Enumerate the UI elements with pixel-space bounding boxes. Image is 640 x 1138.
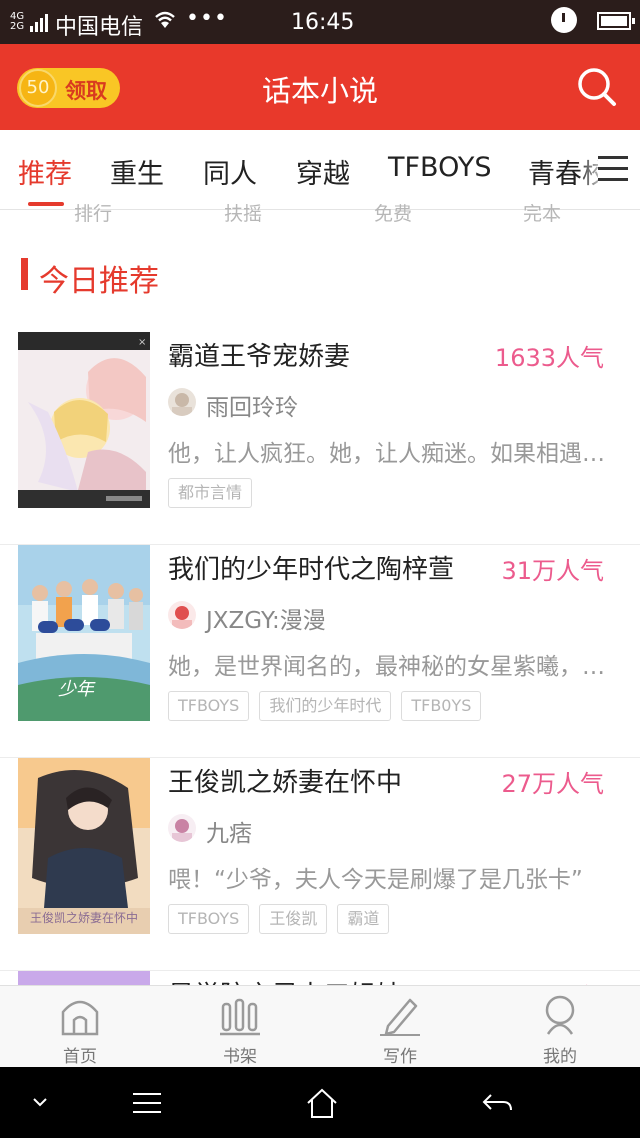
system-nav-bar	[0, 1067, 640, 1138]
avatar	[168, 601, 196, 629]
nav-bookshelf[interactable]: 书架	[160, 986, 320, 1068]
alarm-icon	[551, 7, 577, 33]
tab-recommend[interactable]: 推荐	[18, 152, 72, 191]
search-icon	[578, 68, 616, 106]
bookshelf-icon	[220, 998, 260, 1036]
popularity-count: 27万人气	[501, 770, 604, 798]
book-title: 王俊凯之娇妻在怀中	[168, 768, 403, 798]
book-description: 喂！“少爷，夫人今天是刷爆了是几张卡”	[168, 867, 583, 893]
signal-icon	[30, 12, 48, 32]
nav-label: 书架	[223, 1047, 257, 1067]
tab-fanfic[interactable]: 同人	[203, 152, 257, 191]
quick-entry-completed[interactable]: 完本	[523, 200, 561, 224]
more-notifications-icon: •••	[186, 6, 228, 31]
popularity-count: 1633人气	[494, 344, 604, 372]
menu-icon	[133, 1093, 161, 1113]
app-title: 话本小说	[261, 74, 378, 108]
quick-entry-free[interactable]: 免费	[374, 200, 412, 224]
app-header: 50 领取 话本小说	[0, 44, 640, 130]
tag-list: TFBOYS 王俊凯 霸道	[168, 904, 390, 934]
nav-write[interactable]: 写作	[320, 986, 480, 1068]
nav-label: 首页	[63, 1047, 97, 1067]
book-item[interactable]: 王俊凯之娇妻在怀中 王俊凯之娇妻在怀中 27万人气 九痞 喂！“少爷，夫人今天是…	[0, 758, 640, 971]
carrier-name: 中国电信	[55, 15, 144, 40]
tag[interactable]: 霸道	[337, 904, 390, 934]
book-cover: 少年	[18, 545, 150, 721]
tag-list: 都市言情	[168, 478, 253, 508]
author-name: JXZGY:漫漫	[206, 608, 326, 634]
app-screen: 4G2G 中国电信 ••• 16:45 50 领取 话本小说 推荐 重生 同人	[0, 0, 640, 1138]
quick-entry-label: 扶摇	[224, 203, 263, 224]
hide-nav-button[interactable]	[20, 1085, 60, 1121]
battery-icon	[597, 12, 635, 30]
home-system-button[interactable]	[302, 1085, 342, 1121]
book-title: 我们的少年时代之陶梓萱	[168, 555, 455, 585]
book-description: 她，是世界闻名的，最神秘的女星紫曦，而且	[168, 654, 618, 680]
svg-text:×: ×	[138, 337, 146, 348]
category-tabs: 推荐 重生 同人 穿越 TFBOYS 青春校园	[0, 130, 640, 210]
home-icon	[61, 1000, 99, 1036]
tag[interactable]: TFBOYS	[168, 691, 250, 721]
avatar	[168, 388, 196, 416]
quick-entry-label: 完本	[523, 203, 562, 224]
section-title: 今日推荐	[39, 264, 159, 299]
quick-entry-ranking[interactable]: 排行	[74, 200, 112, 224]
pen-icon	[380, 998, 420, 1036]
book-title: 霸道王爷宠娇妻	[168, 342, 351, 372]
tag[interactable]: TFB0YS	[401, 691, 482, 721]
back-button[interactable]	[477, 1085, 517, 1121]
quick-entry-label: 免费	[374, 203, 413, 224]
tag[interactable]: 我们的少年时代	[259, 691, 392, 721]
bottom-nav: 首页 书架 写作 我的	[0, 985, 640, 1067]
profile-icon	[545, 995, 575, 1035]
network-type: 4G 2G	[10, 11, 25, 32]
author-name: 九痞	[206, 821, 252, 847]
nav-home[interactable]: 首页	[0, 986, 160, 1068]
svg-text:王俊凯之娇妻在怀中: 王俊凯之娇妻在怀中	[30, 910, 138, 925]
book-item[interactable]: 少年 我们的少年时代之陶梓萱 31万人气 JXZGY:漫漫 她，是世界闻名的，最…	[0, 545, 640, 758]
author-name: 雨回玲玲	[206, 395, 298, 421]
avatar	[168, 814, 196, 842]
tab-tfboys[interactable]: TFBOYS	[388, 152, 491, 183]
home-outline-icon	[307, 1088, 337, 1118]
book-cover: 王俊凯之娇妻在怀中	[18, 758, 150, 934]
back-icon	[482, 1094, 512, 1111]
nav-label: 写作	[383, 1047, 417, 1067]
tab-rebirth[interactable]: 重生	[110, 152, 164, 191]
search-button[interactable]	[574, 64, 620, 110]
tag[interactable]: 都市言情	[168, 478, 253, 508]
status-bar: 4G 2G 中国电信 ••• 16:45	[0, 0, 640, 44]
quick-entry-fuyao[interactable]: 扶摇	[224, 200, 262, 224]
book-description: 他，让人疯狂。她，让人痴迷。如果相遇会怎样	[168, 441, 618, 467]
section-marker	[21, 258, 28, 290]
recent-apps-button[interactable]	[127, 1085, 167, 1121]
nav-profile[interactable]: 我的	[480, 986, 640, 1068]
tag[interactable]: TFBOYS	[168, 904, 250, 934]
book-cover: ×	[18, 332, 150, 508]
wifi-icon	[152, 8, 178, 36]
category-menu-button[interactable]	[598, 156, 630, 184]
quick-entry-label: 排行	[74, 203, 113, 224]
tab-time-travel[interactable]: 穿越	[296, 152, 350, 191]
tag[interactable]: 王俊凯	[259, 904, 328, 934]
nav-label: 我的	[543, 1047, 577, 1067]
popularity-count: 31万人气	[501, 557, 604, 585]
chevron-down-icon	[33, 1098, 47, 1107]
clock: 16:45	[291, 10, 355, 35]
active-tab-indicator	[28, 202, 64, 206]
book-item[interactable]: × 霸道王爷宠娇妻 1633人气 雨回玲玲 他，让人疯狂。她，让人痴迷。如果相遇…	[0, 332, 640, 545]
tag-list: TFBOYS 我们的少年时代 TFB0YS	[168, 691, 482, 721]
svg-text:少年: 少年	[58, 679, 96, 700]
